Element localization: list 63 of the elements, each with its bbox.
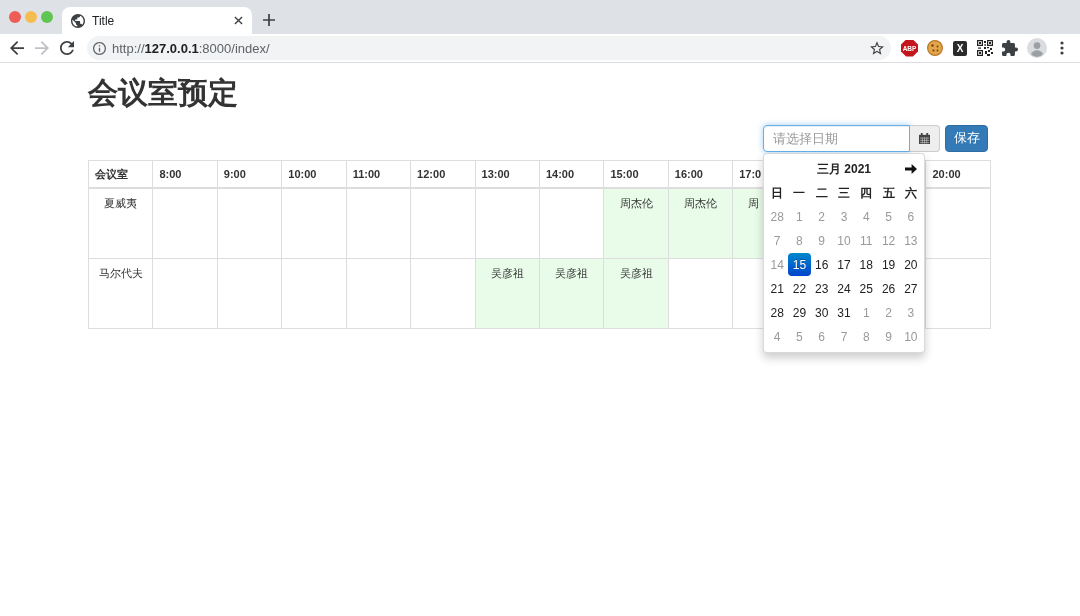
- column-header: 9:00: [217, 160, 282, 188]
- column-header: 20:00: [926, 160, 991, 188]
- column-header: 12:00: [410, 160, 476, 188]
- weekday-label: 三: [837, 184, 851, 202]
- column-header: 会议室: [88, 160, 153, 188]
- month-title[interactable]: 三月 2021: [816, 160, 871, 178]
- day-cell[interactable]: 27: [899, 277, 922, 300]
- day-cell[interactable]: 17: [832, 253, 856, 276]
- person-name: 周杰伦: [684, 197, 717, 209]
- day-cell[interactable]: 19: [877, 253, 900, 276]
- info-icon[interactable]: [93, 41, 106, 55]
- weekday-label: 五: [881, 184, 896, 202]
- cookie-icon[interactable]: [927, 40, 943, 56]
- qr-code-icon[interactable]: [977, 40, 993, 56]
- day-cell[interactable]: 26: [877, 277, 900, 300]
- calendar-icon: [919, 133, 930, 144]
- calendar-button[interactable]: [910, 125, 940, 152]
- address-bar[interactable]: http://127.0.0.1:8000/index/: [87, 36, 891, 60]
- day-cell[interactable]: 20: [899, 253, 922, 276]
- day-cell[interactable]: 22: [788, 277, 811, 300]
- browser-tab[interactable]: Title: [62, 7, 252, 34]
- person-name: 吴彦祖: [490, 267, 524, 279]
- person-name: 周: [748, 197, 760, 209]
- day-cell[interactable]: 15: [788, 253, 811, 276]
- day-cell[interactable]: 28: [766, 301, 789, 324]
- room-name-cell: 夏威夷: [88, 188, 153, 259]
- day-cell[interactable]: 16: [810, 253, 833, 276]
- column-header: 11:00: [346, 160, 411, 188]
- weekday-label: 二: [814, 184, 829, 202]
- arrow-right-icon: [904, 164, 917, 174]
- kebab-menu-icon[interactable]: [1060, 41, 1064, 55]
- back-arrow-icon[interactable]: [10, 41, 24, 55]
- globe-icon: [71, 13, 85, 28]
- person-name: 吴彦祖: [555, 267, 589, 279]
- day-cell[interactable]: 29: [788, 301, 811, 324]
- window-close-icon[interactable]: [9, 11, 21, 23]
- puzzle-piece-icon[interactable]: [1002, 40, 1018, 56]
- column-header: 13:00: [475, 160, 540, 188]
- weekday-label: 四: [859, 184, 874, 202]
- day-cell[interactable]: 24: [832, 277, 856, 300]
- day-cell[interactable]: 18: [855, 253, 878, 276]
- day-cell[interactable]: 31: [832, 301, 856, 324]
- person-name: 吴彦祖: [619, 267, 653, 279]
- weekday-label: 六: [903, 184, 918, 202]
- close-icon[interactable]: [234, 16, 243, 25]
- room-name-cell: 马尔代夫: [88, 258, 153, 329]
- bookmark-star-icon[interactable]: [870, 41, 884, 55]
- column-header: 8:00: [152, 160, 218, 188]
- day-cell[interactable]: 25: [855, 277, 878, 300]
- plus-icon[interactable]: [263, 14, 275, 26]
- reload-icon[interactable]: [60, 41, 74, 55]
- date-input[interactable]: 请选择日期: [763, 125, 910, 152]
- next-month-button[interactable]: [904, 164, 917, 174]
- avatar-icon[interactable]: [1027, 38, 1047, 58]
- day-cell[interactable]: 23: [810, 277, 833, 300]
- person-name: 周杰伦: [619, 197, 653, 209]
- column-header: 10:00: [281, 160, 347, 188]
- day-cell[interactable]: 21: [766, 277, 789, 300]
- save-button[interactable]: 保存: [945, 125, 988, 152]
- letter-tile-icon[interactable]: X: [953, 40, 967, 56]
- column-header: 14:00: [539, 160, 604, 188]
- day-cell[interactable]: 30: [810, 301, 833, 324]
- page-heading: 会议室预定: [88, 75, 238, 111]
